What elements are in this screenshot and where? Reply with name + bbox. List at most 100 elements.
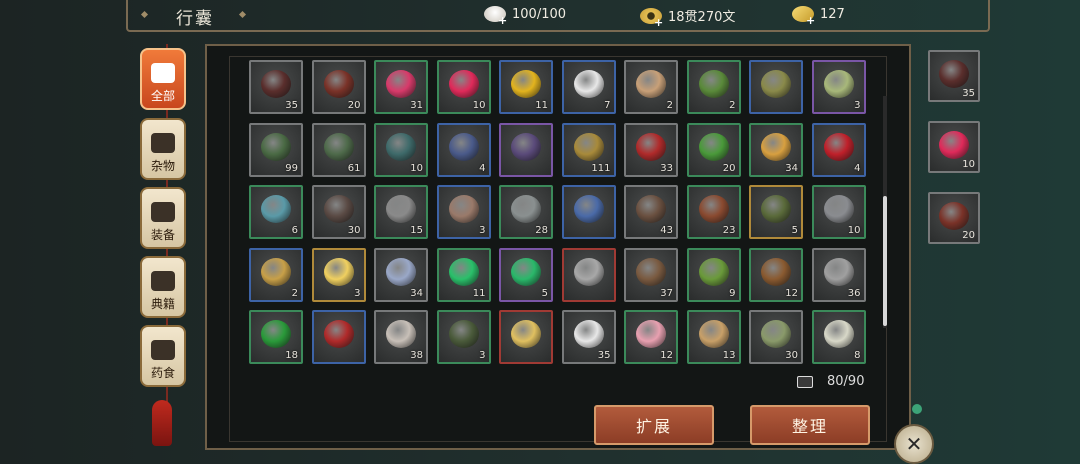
inventory-slot[interactable]: [561, 247, 616, 302]
inventory-slot[interactable]: 5: [499, 247, 553, 302]
close-button[interactable]: ✕: [894, 424, 934, 464]
inventory-slot[interactable]: 43: [624, 185, 678, 239]
item-count: 30: [347, 225, 361, 236]
item-count: 3: [479, 350, 486, 361]
copper-ore-icon: [448, 195, 479, 223]
pink-pill-icon: [939, 131, 969, 159]
inventory-slot[interactable]: 9: [686, 247, 741, 302]
item-count: 4: [854, 162, 861, 174]
wooden-stick-icon: [636, 257, 666, 286]
inventory-slot[interactable]: [561, 185, 616, 239]
gold-plank-icon: [261, 257, 291, 286]
inventory-slot[interactable]: 33: [624, 122, 678, 177]
iron-ore-icon: [386, 195, 416, 223]
inventory-slot[interactable]: 2: [624, 60, 678, 114]
quick-slot-1[interactable]: 35: [928, 50, 980, 102]
inventory-slot[interactable]: 18: [249, 310, 303, 364]
tab-label: 全部: [150, 89, 175, 103]
inventory-slot[interactable]: 3: [311, 247, 366, 302]
dark-ore-icon: [323, 195, 354, 223]
coin-resource[interactable]: + 18贯270文: [640, 6, 735, 29]
white-wine-jar-icon: [573, 320, 604, 348]
inventory-slot[interactable]: 6: [249, 185, 303, 239]
inventory-slot[interactable]: 11: [436, 247, 491, 302]
item-count: 3: [479, 225, 486, 236]
inventory-slot[interactable]: 12: [749, 247, 803, 302]
tab-all[interactable]: 全部: [140, 48, 186, 110]
item-count: 37: [660, 287, 673, 299]
rice-resource[interactable]: + 100/100: [484, 6, 566, 27]
inventory-slot[interactable]: 2: [686, 60, 741, 114]
inventory-slot[interactable]: 3: [436, 185, 491, 239]
blue-berry-vine-icon: [261, 195, 291, 223]
item-count: 34: [410, 287, 423, 299]
inventory-slot[interactable]: 8: [811, 310, 866, 364]
inventory-slot[interactable]: 7: [561, 60, 616, 114]
inventory-slot[interactable]: 10: [374, 122, 428, 177]
tab-medicine-food[interactable]: 药食: [140, 325, 186, 387]
inventory-slot[interactable]: 99: [249, 122, 303, 177]
inventory-slot[interactable]: 15: [374, 185, 428, 239]
item-count: 15: [410, 225, 423, 236]
expand-button[interactable]: 扩展: [594, 405, 714, 445]
inventory-slot[interactable]: 4: [436, 122, 491, 177]
item-count: 5: [791, 225, 798, 236]
inventory-slot[interactable]: 5: [749, 185, 803, 239]
tab-books[interactable]: 典籍: [140, 256, 186, 318]
item-count: 9: [729, 287, 736, 299]
tab-equipment[interactable]: 装备: [140, 187, 186, 249]
item-count: 20: [962, 230, 975, 241]
red-berries-icon: [939, 202, 969, 230]
dark-berries-icon: [261, 70, 291, 98]
inventory-slot[interactable]: 20: [311, 60, 366, 114]
tab-misc[interactable]: 杂物: [140, 118, 186, 180]
inventory-slot[interactable]: 34: [749, 122, 803, 177]
inventory-slot[interactable]: [749, 60, 803, 114]
item-count: 31: [410, 100, 423, 111]
gold-bar-icon: [323, 257, 354, 286]
scrollbar-thumb[interactable]: [883, 196, 887, 326]
item-count: 111: [591, 162, 611, 174]
wood-log-icon: [636, 195, 666, 223]
inventory-slot[interactable]: 23: [686, 185, 741, 239]
gold-resource[interactable]: + 127: [792, 6, 845, 27]
inventory-slot[interactable]: 36: [811, 247, 866, 302]
inventory-slot[interactable]: 2: [249, 247, 303, 302]
inventory-slot[interactable]: 30: [311, 185, 366, 239]
book-icon: [151, 271, 175, 291]
inventory-slot[interactable]: [311, 310, 366, 364]
inventory-slot[interactable]: 13: [686, 310, 741, 364]
sort-button[interactable]: 整理: [750, 405, 870, 445]
inventory-slot[interactable]: [499, 310, 553, 364]
item-count: 99: [285, 162, 298, 174]
inventory-slot[interactable]: 37: [624, 247, 678, 302]
emerald-crystal-icon: [511, 257, 541, 286]
inventory-slot[interactable]: 20: [686, 122, 741, 177]
inventory-slot[interactable]: 10: [436, 60, 491, 114]
inventory-slot[interactable]: 4: [811, 122, 866, 177]
inventory-slot[interactable]: 3: [436, 310, 491, 364]
inventory-slot[interactable]: 38: [374, 310, 428, 364]
item-count: 61: [347, 162, 361, 174]
inventory-slot[interactable]: [499, 122, 553, 177]
inventory-slot[interactable]: 28: [499, 185, 553, 239]
item-count: 3: [854, 100, 861, 111]
inventory-slot[interactable]: 61: [311, 122, 366, 177]
quick-slot-3[interactable]: 20: [928, 192, 980, 244]
item-count: 30: [785, 350, 798, 361]
item-count: 13: [722, 350, 736, 361]
inventory-slot[interactable]: 35: [249, 60, 303, 114]
quick-slot-2[interactable]: 10: [928, 121, 980, 173]
inventory-slot[interactable]: 10: [811, 185, 866, 239]
wood-bundle-icon: [698, 195, 729, 223]
bronze-vessel-icon: [761, 320, 791, 348]
inventory-slot[interactable]: 35: [561, 310, 616, 364]
inventory-slot[interactable]: 11: [499, 60, 553, 114]
inventory-slot[interactable]: 30: [749, 310, 803, 364]
inventory-slot[interactable]: 3: [811, 60, 866, 114]
inventory-slot[interactable]: 12: [624, 310, 678, 364]
inventory-slot[interactable]: 31: [374, 60, 428, 114]
capacity-indicator: 80/90: [797, 374, 864, 389]
inventory-slot[interactable]: 111: [561, 122, 616, 177]
inventory-slot[interactable]: 34: [374, 247, 428, 302]
